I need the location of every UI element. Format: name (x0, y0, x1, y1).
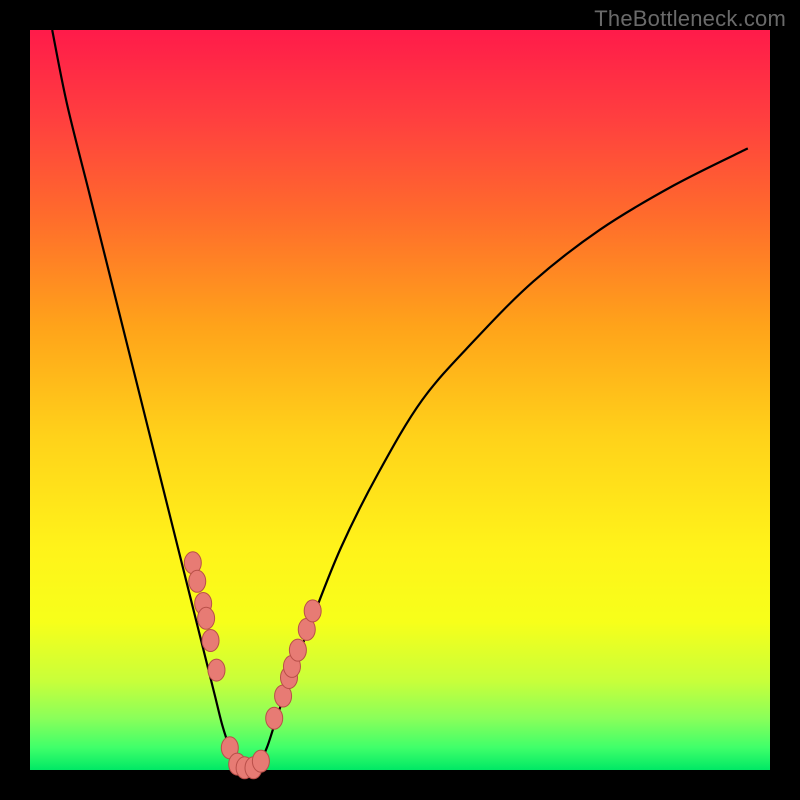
chart-frame: TheBottleneck.com (0, 0, 800, 800)
curve-marker (208, 659, 225, 681)
marker-group (184, 552, 321, 779)
watermark-text: TheBottleneck.com (594, 6, 786, 32)
curve-marker (202, 630, 219, 652)
curve-marker (266, 707, 283, 729)
plot-area (30, 30, 770, 770)
curve-marker (198, 607, 215, 629)
bottleneck-curve-path (52, 30, 748, 771)
curve-marker (252, 750, 269, 772)
bottleneck-curve-svg (30, 30, 770, 770)
curve-marker (289, 639, 306, 661)
curve-marker (304, 600, 321, 622)
curve-marker (189, 570, 206, 592)
